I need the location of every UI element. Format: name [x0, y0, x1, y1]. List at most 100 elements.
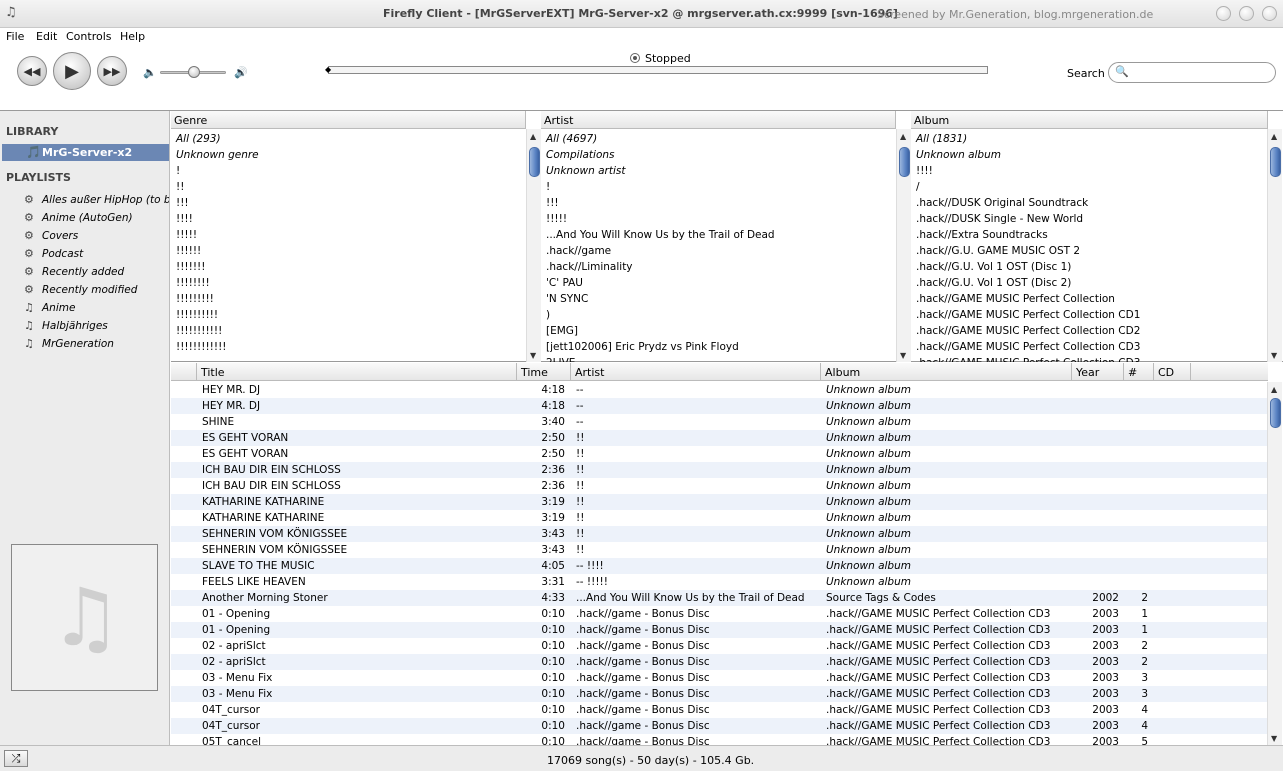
album-list-item[interactable]: .hack//GAME MUSIC Perfect Collection CD1	[911, 307, 1268, 323]
scroll-down-icon[interactable]: ▼	[530, 351, 536, 360]
artist-list-item[interactable]: 'N SYNC	[541, 291, 896, 307]
minimize-button[interactable]	[1216, 6, 1231, 21]
songs-scrollbar[interactable]: ▲ ▼	[1267, 382, 1282, 745]
menu-controls[interactable]: Controls	[66, 30, 112, 43]
column-header-status[interactable]	[171, 363, 197, 381]
column-header-title[interactable]: Title	[197, 363, 517, 381]
table-row[interactable]: 05T_cancel 0:10 .hack//game - Bonus Disc .h…	[171, 734, 1268, 745]
scroll-up-icon[interactable]: ▲	[1271, 385, 1277, 394]
table-row[interactable]: SEHNERIN VOM KÖNIGSSEE 3:43!! Unknown albu…	[171, 542, 1268, 558]
album-list-item[interactable]: .hack//GAME MUSIC Perfect Collection CD3	[911, 339, 1268, 355]
playlist-item[interactable]: ♫ Anime	[24, 301, 169, 317]
table-row[interactable]: 01 - Opening 0:10 .hack//game - Bonus Disc…	[171, 606, 1268, 622]
album-list-item[interactable]: .hack//DUSK Original Soundtrack	[911, 195, 1268, 211]
table-row[interactable]: SEHNERIN VOM KÖNIGSSEE 3:43!! Unknown albu…	[171, 526, 1268, 542]
genre-list-item[interactable]: !!!!!!!	[171, 259, 526, 275]
playlist-item[interactable]: ♫ Halbjähriges	[24, 319, 169, 335]
library-item-server[interactable]: 🎵 MrG-Server-x2	[2, 144, 169, 161]
scroll-thumb[interactable]	[1270, 398, 1281, 428]
menu-file[interactable]: File	[6, 30, 24, 43]
table-row[interactable]: ICH BAU DIR EIN SCHLOSS 2:36!! Unknown alb…	[171, 462, 1268, 478]
column-header-cd[interactable]: CD	[1154, 363, 1191, 381]
table-row[interactable]: HEY MR. DJ 4:18 -- Unknown album	[171, 398, 1268, 414]
column-header-artist[interactable]: Artist	[571, 363, 821, 381]
scroll-up-icon[interactable]: ▲	[1271, 132, 1277, 141]
playlist-item[interactable]: ⚙ Covers	[24, 229, 169, 245]
shuffle-button[interactable]: ⤮	[4, 750, 28, 767]
artist-list-item[interactable]: [jett102006] Eric Prydz vs Pink Floyd	[541, 339, 896, 355]
volume-slider-handle[interactable]	[188, 66, 200, 78]
album-list-item[interactable]: .hack//DUSK Single - New World	[911, 211, 1268, 227]
album-list-item[interactable]: .hack//G.U. GAME MUSIC OST 2	[911, 243, 1268, 259]
search-input[interactable]	[1133, 65, 1271, 80]
artist-list-item[interactable]: !!!	[541, 195, 896, 211]
scroll-down-icon[interactable]: ▼	[1271, 351, 1277, 360]
genre-list-item[interactable]: !!!!	[171, 211, 526, 227]
genre-list-item[interactable]: !!!!!!!!!!!	[171, 323, 526, 339]
table-row[interactable]: 02 - apriSlct 0:10 .hack//game - Bonus Dis…	[171, 638, 1268, 654]
genre-list-item[interactable]: Unknown genre	[171, 147, 526, 163]
album-list-item[interactable]: !!!!	[911, 163, 1268, 179]
genre-list-item[interactable]: !!!!!	[171, 227, 526, 243]
table-row[interactable]: SHINE 3:40 -- Unknown album	[171, 414, 1268, 430]
table-row[interactable]: ES GEHT VORAN 2:50!! Unknown album	[171, 446, 1268, 462]
scroll-thumb[interactable]	[1270, 147, 1281, 177]
artist-list-item[interactable]: ...And You Will Know Us by the Trail of …	[541, 227, 896, 243]
table-row[interactable]: 03 - Menu Fix 0:10 .hack//game - Bonus Dis…	[171, 670, 1268, 686]
artist-list-item[interactable]: Compilations	[541, 147, 896, 163]
scroll-thumb[interactable]	[529, 147, 540, 177]
next-button[interactable]: ▶▶	[97, 56, 127, 86]
album-list-item[interactable]: .hack//G.U. Vol 1 OST (Disc 2)	[911, 275, 1268, 291]
table-row[interactable]: ES GEHT VORAN 2:50!! Unknown album	[171, 430, 1268, 446]
artist-list-item[interactable]: .hack//game	[541, 243, 896, 259]
table-row[interactable]: KATHARINE KATHARINE 3:19!! Unknown album	[171, 510, 1268, 526]
artist-list-item[interactable]: All (4697)	[541, 131, 896, 147]
album-list-item[interactable]: .hack//GAME MUSIC Perfect Collection CD3	[911, 355, 1268, 362]
table-row[interactable]: 04T_cursor 0:10 .hack//game - Bonus Disc .h…	[171, 718, 1268, 734]
artist-scrollbar[interactable]: ▲ ▼	[896, 129, 911, 362]
album-list-item[interactable]: .hack//GAME MUSIC Perfect Collection	[911, 291, 1268, 307]
album-scrollbar[interactable]: ▲ ▼	[1267, 129, 1282, 362]
progress-handle[interactable]: ◆	[325, 66, 332, 74]
artist-list-item[interactable]: Unknown artist	[541, 163, 896, 179]
table-row[interactable]: HEY MR. DJ 4:18 -- Unknown album	[171, 382, 1268, 398]
album-list-item[interactable]: /	[911, 179, 1268, 195]
scroll-down-icon[interactable]: ▼	[900, 351, 906, 360]
menu-edit[interactable]: Edit	[36, 30, 57, 43]
artist-list-item[interactable]: [EMG]	[541, 323, 896, 339]
search-box[interactable]: 🔍	[1108, 62, 1276, 83]
table-row[interactable]: 01 - Opening 0:10 .hack//game - Bonus Disc…	[171, 622, 1268, 638]
column-header-album[interactable]: Album	[821, 363, 1072, 381]
genre-scrollbar[interactable]: ▲ ▼	[526, 129, 541, 362]
album-list-item[interactable]: Unknown album	[911, 147, 1268, 163]
album-list-item[interactable]: .hack//G.U. Vol 1 OST (Disc 1)	[911, 259, 1268, 275]
genre-list-item[interactable]: All (293)	[171, 131, 526, 147]
table-row[interactable]: KATHARINE KATHARINE 3:19!! Unknown album	[171, 494, 1268, 510]
artist-list-item[interactable]: !	[541, 179, 896, 195]
playlist-item[interactable]: ⚙ Anime (AutoGen)	[24, 211, 169, 227]
genre-list-item[interactable]: !!!	[171, 195, 526, 211]
playlist-item[interactable]: ♫ MrGeneration	[24, 337, 169, 353]
table-row[interactable]: Another Morning Stoner 4:33 ...And You Wil…	[171, 590, 1268, 606]
genre-list-item[interactable]: !!!!!!!!	[171, 275, 526, 291]
genre-header[interactable]: Genre	[171, 111, 526, 129]
scroll-up-icon[interactable]: ▲	[530, 132, 536, 141]
table-row[interactable]: SLAVE TO THE MUSIC 4:05 -- !!!! Unknown alb…	[171, 558, 1268, 574]
genre-list-item[interactable]: !!!!!!!!!	[171, 291, 526, 307]
table-row[interactable]: 03 - Menu Fix 0:10 .hack//game - Bonus Dis…	[171, 686, 1268, 702]
progress-bar[interactable]	[328, 66, 988, 74]
scroll-up-icon[interactable]: ▲	[900, 132, 906, 141]
genre-list-item[interactable]: !!	[171, 179, 526, 195]
album-list-item[interactable]: .hack//Extra Soundtracks	[911, 227, 1268, 243]
artist-list-item[interactable]: !!!!!	[541, 211, 896, 227]
column-header-track[interactable]: #	[1124, 363, 1154, 381]
column-header-time[interactable]: Time	[517, 363, 571, 381]
genre-list-item[interactable]: !!!!!!!!!!	[171, 307, 526, 323]
playlist-item[interactable]: ⚙ Recently added	[24, 265, 169, 281]
menu-help[interactable]: Help	[120, 30, 145, 43]
table-row[interactable]: FEELS LIKE HEAVEN 3:31 -- !!!!! Unknown alb…	[171, 574, 1268, 590]
playlist-item[interactable]: ⚙ Recently modified	[24, 283, 169, 299]
genre-list-item[interactable]: !!!!!!!!!!!!	[171, 339, 526, 355]
table-row[interactable]: 04T_cursor 0:10 .hack//game - Bonus Disc .h…	[171, 702, 1268, 718]
table-row[interactable]: ICH BAU DIR EIN SCHLOSS 2:36!! Unknown alb…	[171, 478, 1268, 494]
